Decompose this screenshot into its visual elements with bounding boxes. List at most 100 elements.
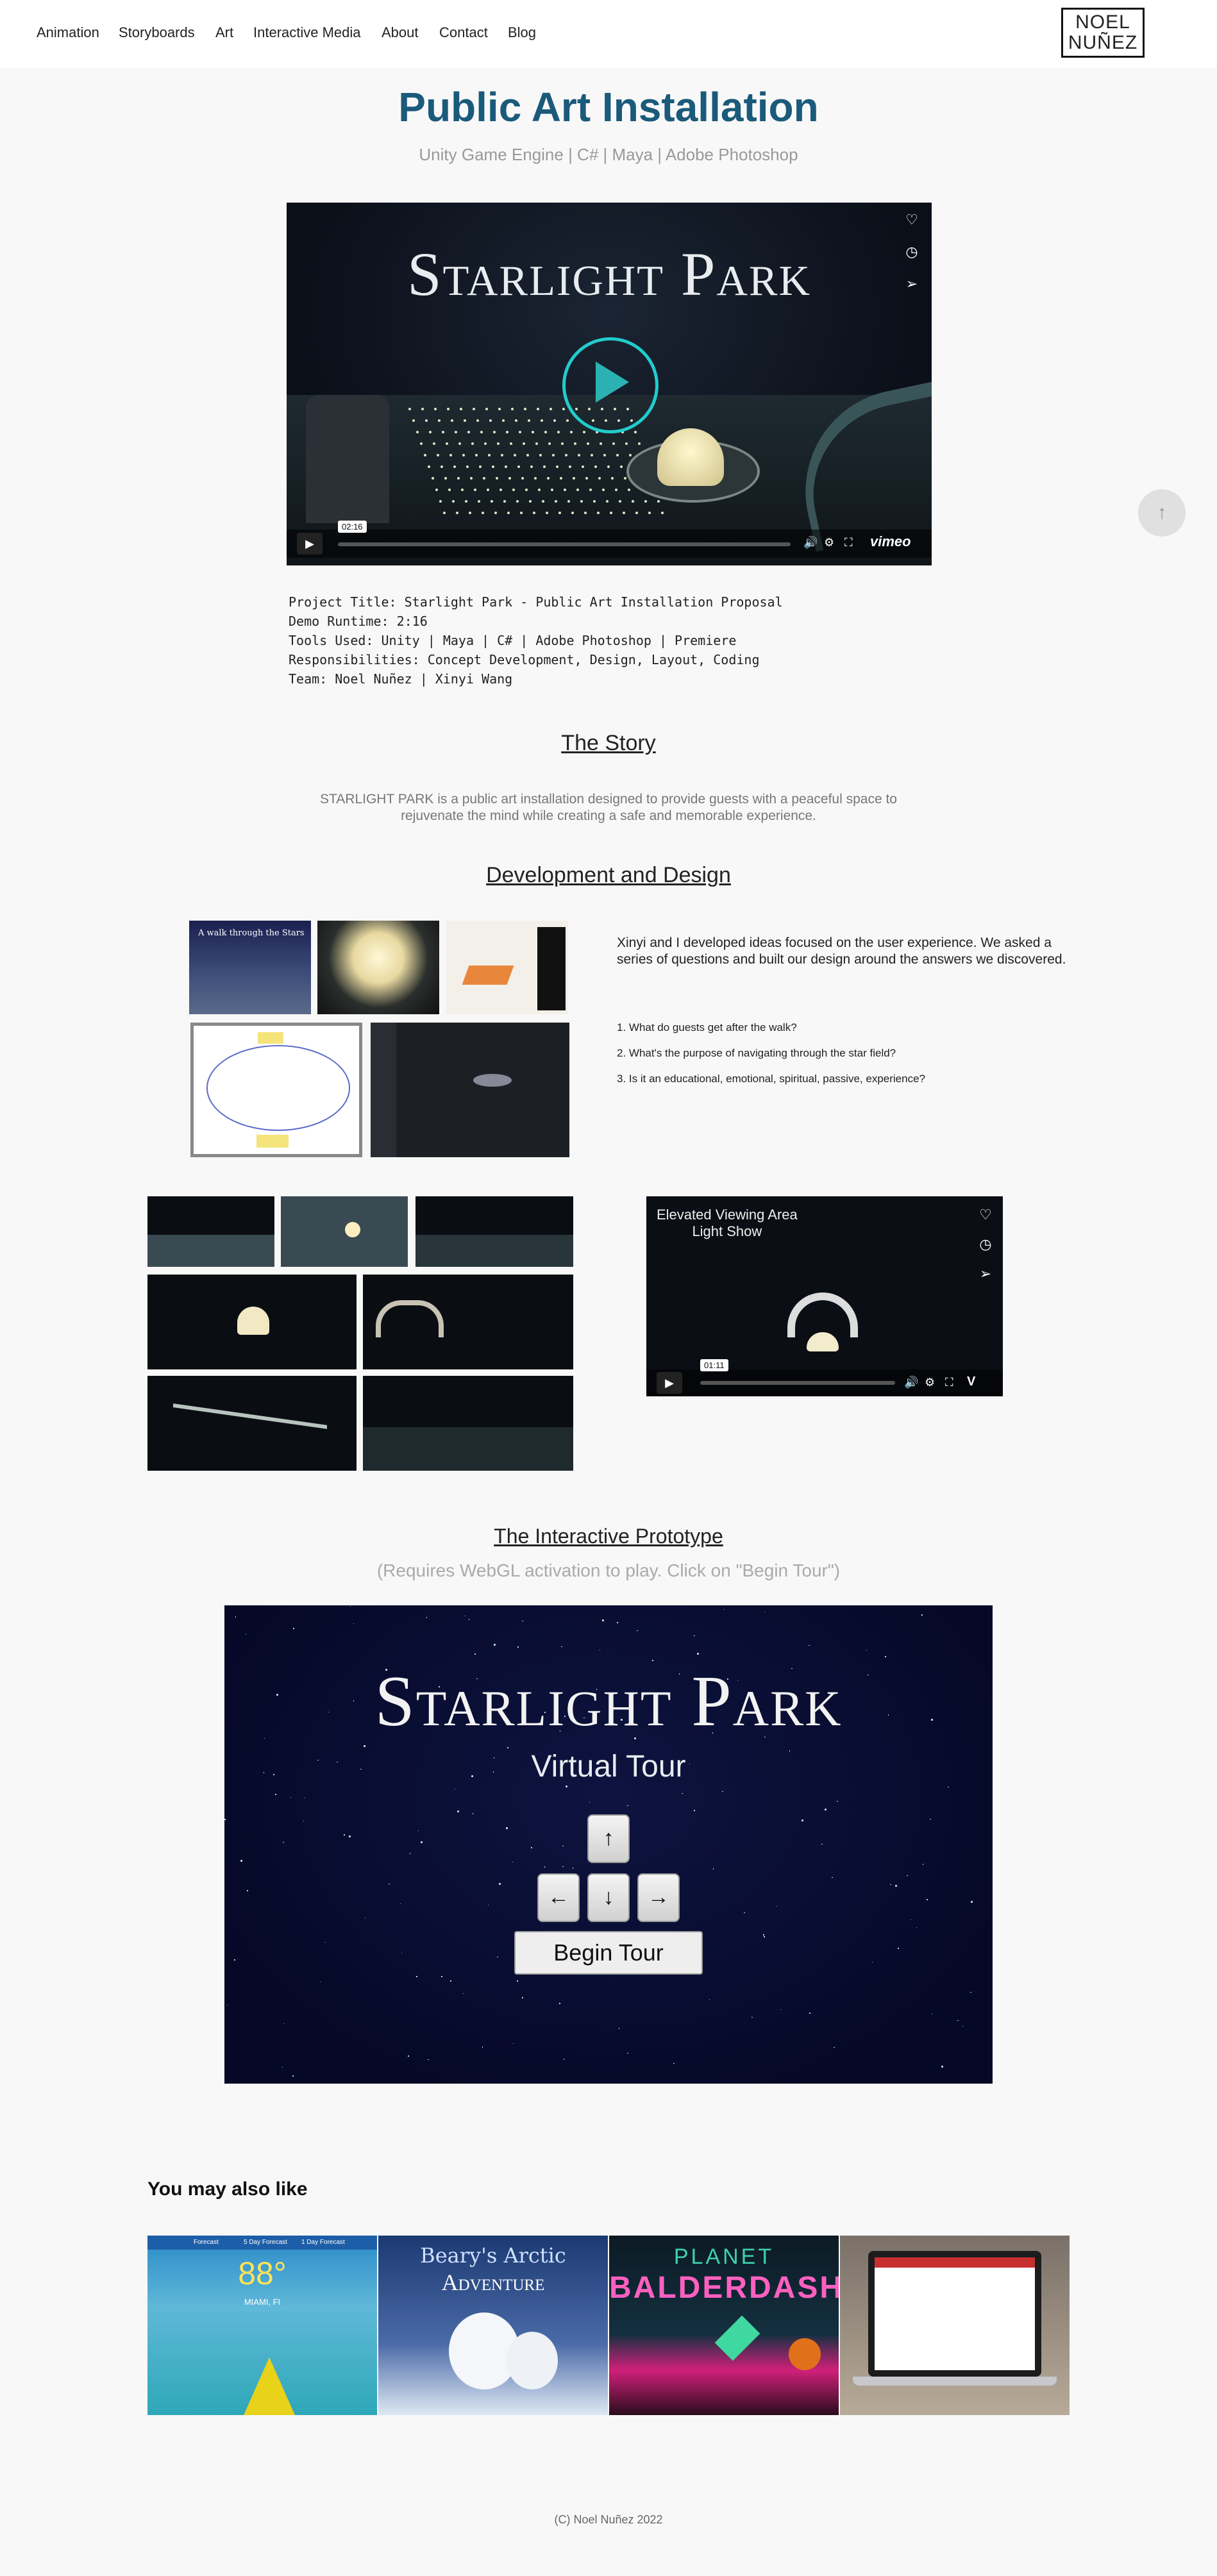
weather-tab: 5 Day Forecast	[244, 2239, 287, 2246]
development-heading: Development and Design	[486, 863, 731, 887]
star	[916, 1927, 918, 1928]
floor-light	[435, 489, 438, 491]
star	[837, 1800, 838, 1802]
planet-title-2: BALDERDASH	[609, 2271, 839, 2305]
card-arctic-adventure[interactable]: Beary's Arctic Adventure	[378, 2236, 608, 2415]
star	[562, 1845, 564, 1847]
heart-icon[interactable]: ♡	[903, 212, 920, 228]
video-progress-bar[interactable]	[338, 542, 791, 546]
story-heading: The Story	[561, 731, 656, 755]
star	[389, 1883, 390, 1885]
star	[694, 1635, 695, 1637]
card-weather-app[interactable]: Forecast 5 Day Forecast 1 Day Forecast 8…	[147, 2236, 377, 2415]
site-logo[interactable]: NOEL NUÑEZ	[1061, 8, 1145, 58]
floor-light	[544, 431, 547, 433]
star	[417, 1830, 419, 1832]
star	[224, 1819, 226, 1820]
nav-interactive-media[interactable]: Interactive Media	[253, 24, 361, 41]
main-video-player[interactable]: Starlight Park ♡ ◷ ➢ ▶ 02:16 🔊 ⚙ ⛶ vimeo	[287, 203, 932, 565]
control-play-icon[interactable]: ▶	[297, 533, 323, 555]
arrow-down-key[interactable]: ↓	[587, 1873, 630, 1922]
nav-blog[interactable]: Blog	[508, 24, 536, 41]
star	[499, 1883, 501, 1886]
star	[364, 1917, 366, 1919]
clock-icon[interactable]: ◷	[903, 244, 920, 260]
play-icon[interactable]	[596, 362, 629, 403]
info-line: Project Title: Starlight Park - Public A…	[289, 594, 783, 610]
volume-icon[interactable]: 🔊	[904, 1376, 918, 1389]
arrow-up-key[interactable]: ↑	[587, 1814, 630, 1863]
share-icon[interactable]: ➢	[903, 276, 920, 292]
floor-light	[446, 442, 448, 445]
card-laptop-site[interactable]	[840, 2236, 1070, 2415]
settings-icon[interactable]: ⚙	[925, 1376, 935, 1389]
star	[763, 1934, 764, 1936]
star	[927, 1899, 928, 1900]
nav-storyboards[interactable]: Storyboards	[119, 24, 195, 41]
floor-light	[573, 477, 575, 480]
share-icon[interactable]: ➢	[977, 1266, 994, 1282]
nav-animation[interactable]: Animation	[37, 24, 99, 41]
crystal-shape	[714, 2315, 760, 2361]
story-text: STARLIGHT PARK is a public art installat…	[320, 792, 897, 823]
floor-light	[499, 489, 502, 491]
fullscreen-icon[interactable]: ⛶	[945, 1376, 953, 1389]
control-play-icon[interactable]: ▶	[657, 1372, 682, 1394]
floor-light	[514, 454, 516, 456]
floor-light	[657, 500, 660, 503]
floor-light	[585, 477, 588, 480]
star	[401, 1952, 403, 1954]
arrow-left-key[interactable]: ←	[537, 1873, 580, 1922]
scene-thumb	[281, 1196, 408, 1267]
floor-light	[602, 489, 605, 491]
floor-light	[561, 442, 564, 445]
nav-art[interactable]: Art	[215, 24, 233, 41]
floor-light	[562, 408, 565, 410]
floor-light	[529, 500, 532, 503]
floor-light	[502, 419, 505, 422]
floor-light	[534, 477, 537, 480]
scene-floor	[147, 1235, 274, 1267]
star	[464, 1615, 466, 1617]
floor-light	[516, 500, 519, 503]
scene-thumb	[415, 1196, 573, 1267]
star	[416, 1976, 417, 1977]
floor-light	[628, 489, 630, 491]
floor-light	[632, 500, 634, 503]
floor-light	[452, 500, 455, 503]
nav-contact[interactable]: Contact	[439, 24, 488, 41]
vimeo-logo[interactable]: vimeo	[870, 533, 911, 550]
star	[457, 1811, 460, 1813]
arrow-right-key[interactable]: →	[637, 1873, 680, 1922]
star	[487, 1904, 489, 1906]
light-show-video[interactable]: Elevated Viewing Area Light Show ♡ ◷ ➢ ▶…	[646, 1196, 1003, 1396]
heart-icon[interactable]: ♡	[977, 1207, 994, 1223]
floor-light	[538, 489, 541, 491]
floor-light	[648, 512, 651, 514]
nav-about[interactable]: About	[382, 24, 419, 41]
weather-city: MIAMI, FI	[244, 2297, 281, 2307]
clock-icon[interactable]: ◷	[977, 1236, 994, 1253]
floor-light	[597, 512, 600, 514]
info-line: Tools Used: Unity | Maya | C# | Adobe Ph…	[289, 633, 737, 648]
floor-light	[493, 431, 496, 433]
star	[319, 1981, 321, 1983]
scene-floor	[415, 1235, 573, 1267]
star	[293, 1628, 294, 1629]
floor-light	[476, 419, 479, 422]
volume-icon[interactable]: 🔊	[803, 536, 818, 549]
star	[235, 1616, 237, 1618]
logo-line-2: NUÑEZ	[1068, 32, 1138, 53]
star	[468, 1619, 470, 1620]
card-planet-balderdash[interactable]: PLANET BALDERDASH	[609, 2236, 839, 2415]
floor-light	[461, 489, 464, 491]
scroll-top-button[interactable]: ↑	[1138, 489, 1186, 537]
floor-light	[547, 477, 550, 480]
webgl-prototype[interactable]: Starlight Park Virtual Tour ↑ ← ↓ → Begi…	[224, 1605, 993, 2084]
settings-icon[interactable]: ⚙	[824, 536, 834, 549]
star	[497, 1956, 498, 1958]
fullscreen-icon[interactable]: ⛶	[844, 536, 853, 549]
video-progress-bar[interactable]	[700, 1381, 895, 1385]
vimeo-icon[interactable]: V	[967, 1375, 975, 1389]
begin-tour-button[interactable]: Begin Tour	[514, 1931, 703, 1975]
